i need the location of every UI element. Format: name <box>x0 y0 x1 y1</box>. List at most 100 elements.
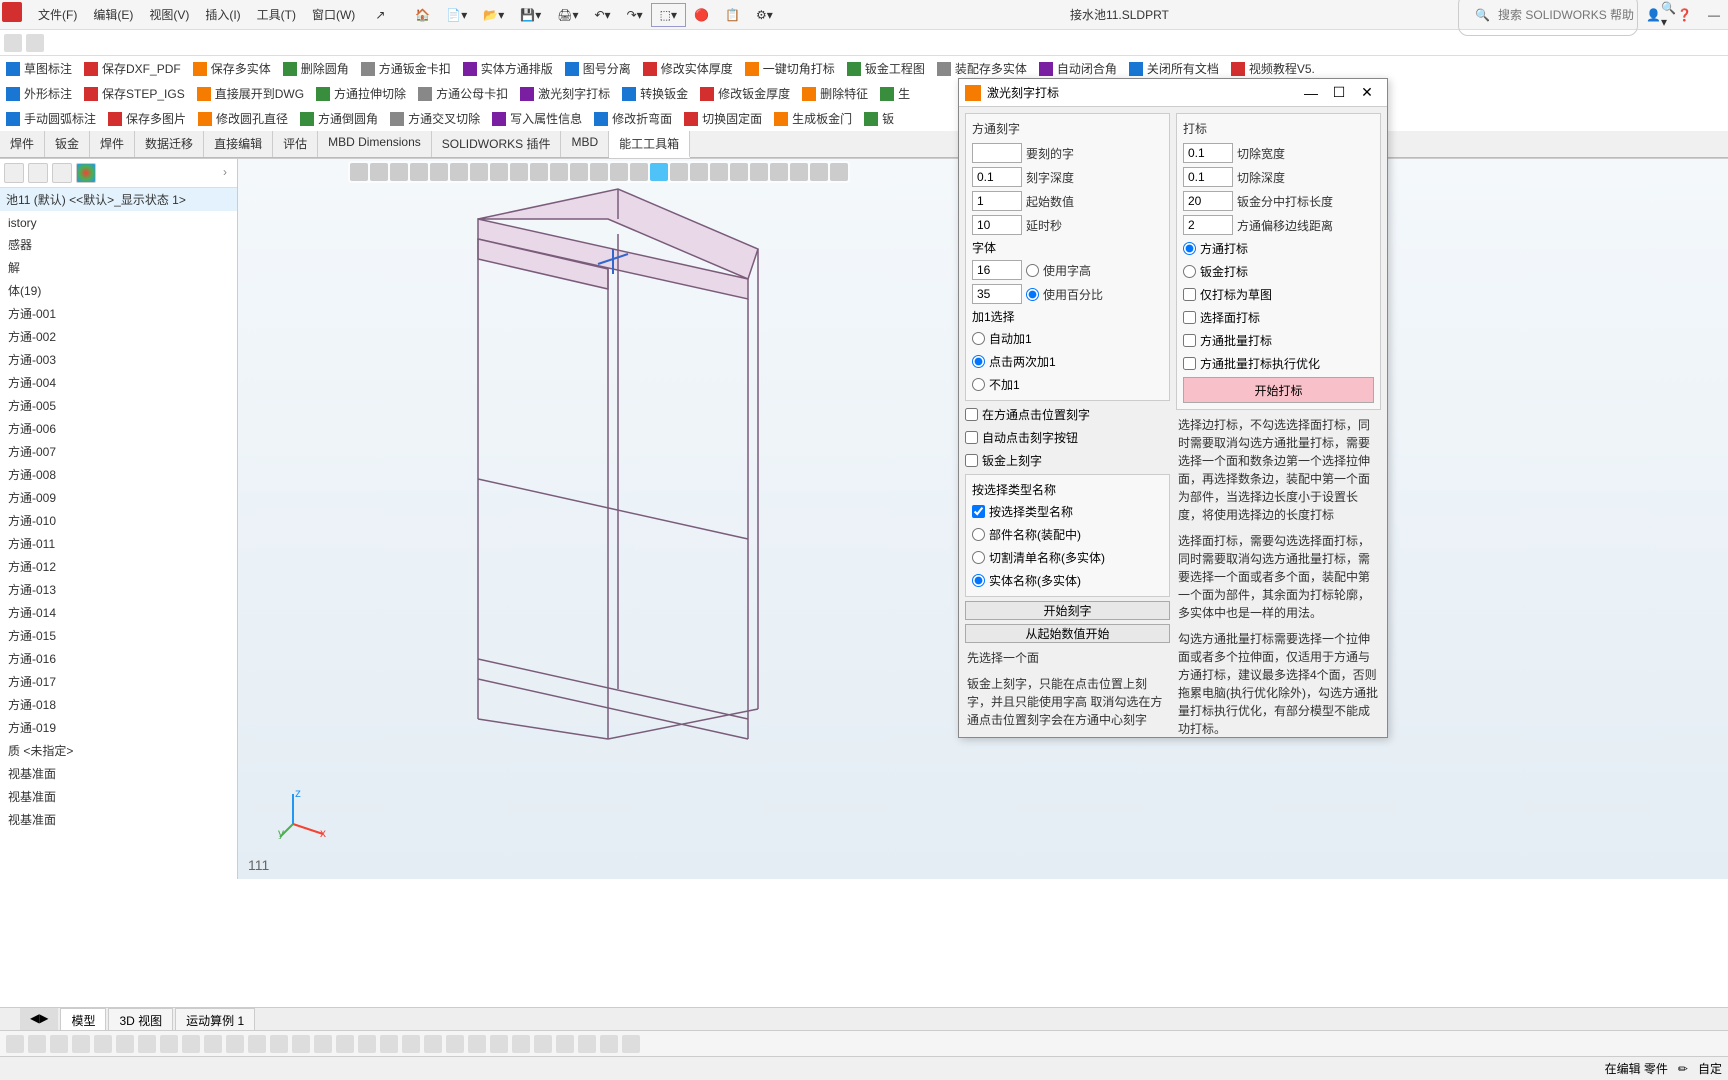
cut-depth-input[interactable] <box>1183 167 1233 187</box>
tree-item[interactable]: istory <box>2 213 235 233</box>
home-icon[interactable]: 🏠 <box>407 4 438 26</box>
expand-icon[interactable]: › <box>217 163 233 183</box>
tree-root[interactable]: 池11 (默认) <<默认>_显示状态 1> <box>0 188 237 211</box>
command-tab[interactable]: 焊件 <box>90 131 135 157</box>
ribbon-cmd[interactable]: 装配存多实体 <box>931 58 1033 79</box>
tree-item[interactable]: 方通-012 <box>2 555 235 578</box>
sketch-tool-icon[interactable] <box>380 1035 398 1053</box>
ribbon-cmd[interactable]: 视频教程V5. <box>1225 58 1321 79</box>
seltype-check[interactable] <box>972 505 985 518</box>
tree-item[interactable]: 方通-001 <box>2 302 235 325</box>
menu-view[interactable]: 视图(V) <box>141 2 197 27</box>
tab-model[interactable]: 模型 <box>60 1008 106 1032</box>
ribbon-cmd[interactable]: 关闭所有文档 <box>1123 58 1225 79</box>
ribbon-cmd[interactable]: 方通钣金卡扣 <box>355 58 457 79</box>
menu-tools[interactable]: 工具(T) <box>249 2 304 27</box>
tree-item[interactable]: 体(19) <box>2 279 235 302</box>
font-height-input[interactable] <box>972 260 1022 280</box>
ribbon-cmd[interactable]: 转换钣金 <box>616 83 694 104</box>
print-icon[interactable]: 🖨▾ <box>549 4 586 26</box>
command-tab[interactable]: 焊件 <box>0 131 45 157</box>
sketch-tool-icon[interactable] <box>270 1035 288 1053</box>
menu-window[interactable]: 窗口(W) <box>304 2 363 27</box>
sketch-tool-icon[interactable] <box>182 1035 200 1053</box>
ribbon-cmd[interactable]: 修改折弯面 <box>588 108 678 129</box>
cb-sketch-only[interactable] <box>1183 288 1196 301</box>
rebuild-icon[interactable]: 🔴 <box>686 4 717 26</box>
ribbon-cmd[interactable]: 生成板金门 <box>768 108 858 129</box>
ribbon-cmd[interactable]: 方通拉伸切除 <box>310 83 412 104</box>
tree-item[interactable]: 方通-003 <box>2 348 235 371</box>
startnum-input[interactable] <box>972 191 1022 211</box>
tree-item[interactable]: 解 <box>2 256 235 279</box>
menu-insert[interactable]: 插入(I) <box>197 2 248 27</box>
sketch-tool-icon[interactable] <box>358 1035 376 1053</box>
cut-width-input[interactable] <box>1183 143 1233 163</box>
command-tab[interactable]: 能工工具箱 <box>609 131 690 158</box>
maximize-button[interactable]: ☐ <box>1325 84 1353 101</box>
font-height-radio[interactable] <box>1026 264 1039 277</box>
ribbon-cmd[interactable]: 切换固定面 <box>678 108 768 129</box>
help-search[interactable]: 🔍 🔍▾ <box>1458 0 1638 36</box>
ribbon-cmd[interactable]: 保存STEP_IGS <box>78 83 191 104</box>
ribbon-cmd[interactable]: 实体方通排版 <box>457 58 559 79</box>
command-tab[interactable]: 直接编辑 <box>204 131 273 157</box>
from-start-button[interactable]: 从起始数值开始 <box>965 624 1170 643</box>
menu-edit[interactable]: 编辑(E) <box>85 2 141 27</box>
sketch-tool-icon[interactable] <box>600 1035 618 1053</box>
sketch-tool-icon[interactable] <box>336 1035 354 1053</box>
tree-item[interactable]: 方通-014 <box>2 601 235 624</box>
start-engrave-button[interactable]: 开始刻字 <box>965 601 1170 620</box>
sketch-tool-icon[interactable] <box>424 1035 442 1053</box>
command-tab[interactable]: MBD Dimensions <box>318 131 432 157</box>
tree-item[interactable]: 方通-006 <box>2 417 235 440</box>
offset-input[interactable] <box>1183 215 1233 235</box>
cb-auto-click[interactable] <box>965 431 978 444</box>
ribbon-cmd[interactable]: 直接展开到DWG <box>191 83 310 104</box>
tool-icon[interactable] <box>26 34 44 52</box>
ribbon-cmd[interactable]: 删除特征 <box>796 83 874 104</box>
select-icon[interactable]: ⬚▾ <box>651 3 686 27</box>
tree-tab-icon[interactable] <box>28 163 48 183</box>
tree-item[interactable]: 方通-018 <box>2 693 235 716</box>
tree-item[interactable]: 方通-015 <box>2 624 235 647</box>
command-tab[interactable]: MBD <box>561 131 609 157</box>
tree-item[interactable]: 方通-007 <box>2 440 235 463</box>
sketch-tool-icon[interactable] <box>50 1035 68 1053</box>
tree-item[interactable]: 方通-013 <box>2 578 235 601</box>
sketch-tool-icon[interactable] <box>468 1035 486 1053</box>
begin-mark-button[interactable]: 开始打标 <box>1183 377 1374 403</box>
options-icon[interactable]: 📋 <box>717 4 748 26</box>
minimize-button[interactable]: — <box>1297 85 1325 101</box>
sketch-tool-icon[interactable] <box>160 1035 178 1053</box>
tree-tab-icon[interactable] <box>76 163 96 183</box>
ribbon-cmd[interactable]: 草图标注 <box>0 58 78 79</box>
settings-icon[interactable]: ⚙▾ <box>748 4 781 26</box>
ribbon-cmd[interactable]: 一键切角打标 <box>739 58 841 79</box>
tree-item[interactable]: 方通-019 <box>2 716 235 739</box>
seltype-body-radio[interactable] <box>972 574 985 587</box>
tree-item[interactable]: 视基准面 <box>2 808 235 831</box>
ribbon-cmd[interactable]: 修改实体厚度 <box>637 58 739 79</box>
sketch-tool-icon[interactable] <box>204 1035 222 1053</box>
dialog-titlebar[interactable]: 激光刻字打标 — ☐ ✕ <box>959 79 1387 107</box>
sketch-tool-icon[interactable] <box>6 1035 24 1053</box>
mark-tube-radio[interactable] <box>1183 242 1196 255</box>
tree-item[interactable]: 视基准面 <box>2 785 235 808</box>
sketch-tool-icon[interactable] <box>534 1035 552 1053</box>
tree-tab-icon[interactable] <box>52 163 72 183</box>
command-tab[interactable]: 数据迁移 <box>135 131 204 157</box>
ribbon-cmd[interactable]: 生 <box>874 83 916 104</box>
mark-len-input[interactable] <box>1183 191 1233 211</box>
sketch-tool-icon[interactable] <box>292 1035 310 1053</box>
ribbon-cmd[interactable]: 保存多图片 <box>102 108 192 129</box>
status-icon[interactable]: ✏ <box>1678 1062 1688 1076</box>
sketch-tool-icon[interactable] <box>622 1035 640 1053</box>
sketch-tool-icon[interactable] <box>72 1035 90 1053</box>
add1-none-radio[interactable] <box>972 378 985 391</box>
help-icon[interactable]: ❓ <box>1669 4 1700 26</box>
tree-item[interactable]: 方通-017 <box>2 670 235 693</box>
save-icon[interactable]: 💾▾ <box>512 4 549 26</box>
new-icon[interactable]: 📄▾ <box>438 4 475 26</box>
tree-item[interactable]: 方通-004 <box>2 371 235 394</box>
